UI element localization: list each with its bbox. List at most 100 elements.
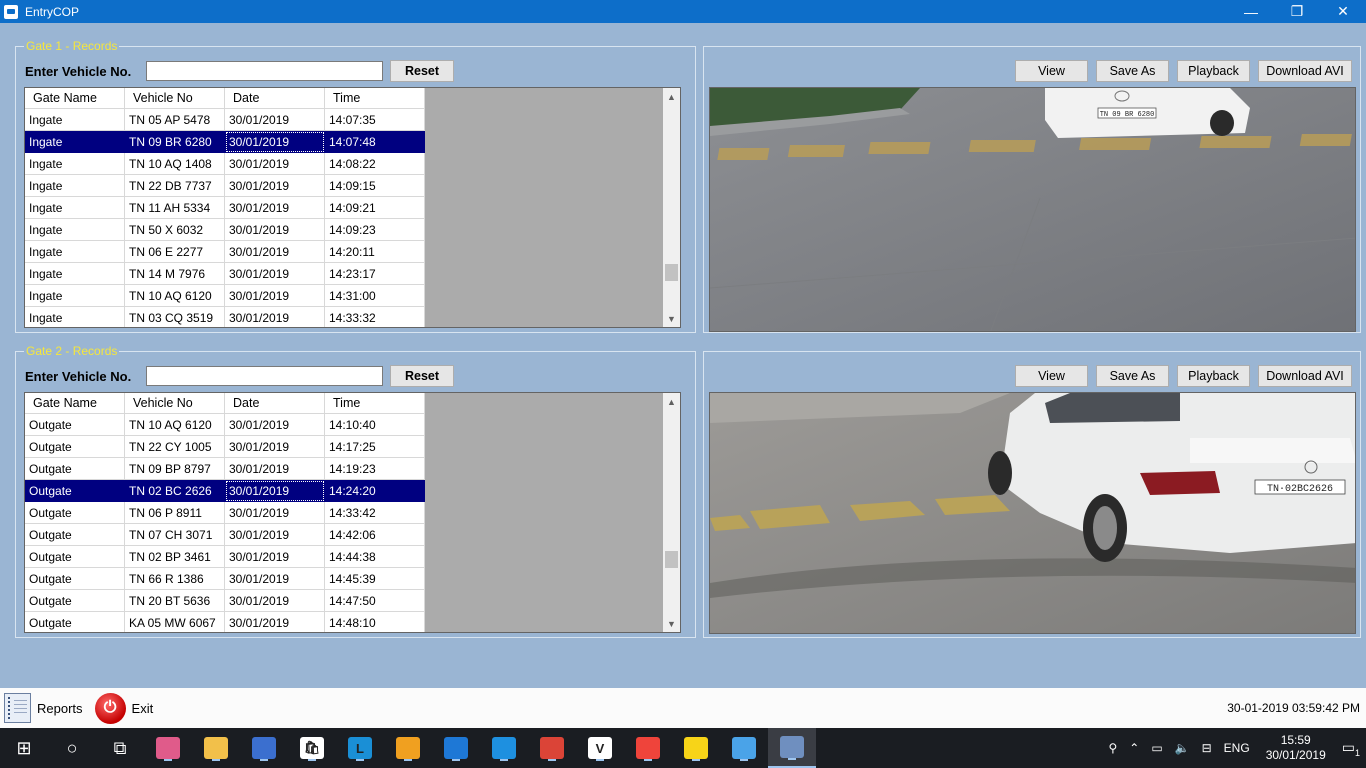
gate2-view-button[interactable]: View	[1015, 365, 1088, 387]
internet-explorer-icon[interactable]	[480, 728, 528, 768]
scroll-up-icon[interactable]: ▲	[663, 88, 680, 105]
l-app-icon[interactable]: L	[336, 728, 384, 768]
gate2-reset-button[interactable]: Reset	[390, 365, 454, 387]
scroll-up-icon[interactable]: ▲	[663, 393, 680, 410]
cell-date[interactable]: 30/01/2019	[225, 307, 325, 327]
remote-desktop-icon[interactable]	[720, 728, 768, 768]
file-explorer-icon[interactable]	[192, 728, 240, 768]
gate2-grid-scrollbar[interactable]: ▲ ▼	[663, 393, 680, 632]
gate1-save-as-button[interactable]: Save As	[1096, 60, 1169, 82]
cell-date[interactable]: 30/01/2019	[225, 612, 325, 632]
table-row[interactable]: Ingate TN 11 AH 5334 30/01/2019 14:09:21	[25, 197, 425, 219]
cell-gate-name[interactable]: Outgate	[25, 414, 125, 436]
battery-icon[interactable]: ▭	[1151, 741, 1162, 755]
cell-date[interactable]: 30/01/2019	[225, 436, 325, 458]
cell-gate-name[interactable]: Outgate	[25, 568, 125, 590]
cell-gate-name[interactable]: Ingate	[25, 219, 125, 241]
taskbar-clock[interactable]: 15:59 30/01/2019	[1266, 733, 1326, 763]
cell-vehicle-no[interactable]: TN 10 AQ 6120	[125, 285, 225, 307]
cell-time[interactable]: 14:17:25	[325, 436, 425, 458]
exit-button[interactable]: ⏻ Exit	[87, 692, 153, 724]
table-row[interactable]: Ingate TN 50 X 6032 30/01/2019 14:09:23	[25, 219, 425, 241]
cell-gate-name[interactable]: Ingate	[25, 263, 125, 285]
cell-vehicle-no[interactable]: TN 50 X 6032	[125, 219, 225, 241]
paint-icon[interactable]	[144, 728, 192, 768]
close-button[interactable]: ✕	[1320, 0, 1366, 23]
cell-time[interactable]: 14:48:10	[325, 612, 425, 632]
cell-vehicle-no[interactable]: TN 66 R 1386	[125, 568, 225, 590]
cell-vehicle-no[interactable]: TN 09 BR 6280	[125, 131, 225, 153]
cell-vehicle-no[interactable]: TN 09 BP 8797	[125, 458, 225, 480]
cell-time[interactable]: 14:07:48	[325, 131, 425, 153]
edge-icon[interactable]	[432, 728, 480, 768]
cell-date[interactable]: 30/01/2019	[225, 219, 325, 241]
column-header-vehicle-no[interactable]: Vehicle No	[125, 88, 225, 109]
scroll-thumb[interactable]	[665, 551, 678, 568]
table-row[interactable]: Ingate TN 10 AQ 6120 30/01/2019 14:31:00	[25, 285, 425, 307]
gate1-records-grid[interactable]: Gate Name Vehicle No Date Time Ingate TN …	[24, 87, 681, 328]
cell-vehicle-no[interactable]: TN 02 BC 2626	[125, 480, 225, 502]
cell-vehicle-no[interactable]: TN 14 M 7976	[125, 263, 225, 285]
cell-gate-name[interactable]: Ingate	[25, 307, 125, 327]
gate2-save-as-button[interactable]: Save As	[1096, 365, 1169, 387]
cell-gate-name[interactable]: Ingate	[25, 285, 125, 307]
network-app-icon[interactable]	[240, 728, 288, 768]
cell-date[interactable]: 30/01/2019	[225, 263, 325, 285]
cell-gate-name[interactable]: Outgate	[25, 612, 125, 632]
scroll-down-icon[interactable]: ▼	[663, 615, 680, 632]
cell-gate-name[interactable]: Ingate	[25, 131, 125, 153]
gate1-view-button[interactable]: View	[1015, 60, 1088, 82]
entrycop-icon[interactable]	[768, 728, 816, 768]
cell-gate-name[interactable]: Ingate	[25, 175, 125, 197]
cell-vehicle-no[interactable]: TN 06 P 8911	[125, 502, 225, 524]
table-row[interactable]: Ingate TN 14 M 7976 30/01/2019 14:23:17	[25, 263, 425, 285]
cell-time[interactable]: 14:19:23	[325, 458, 425, 480]
cell-time[interactable]: 14:31:00	[325, 285, 425, 307]
cell-date[interactable]: 30/01/2019	[225, 502, 325, 524]
cell-date[interactable]: 30/01/2019	[225, 590, 325, 612]
gate1-download-avi-button[interactable]: Download AVI	[1258, 60, 1352, 82]
table-row[interactable]: Outgate TN 07 CH 3071 30/01/2019 14:42:06	[25, 524, 425, 546]
reports-button[interactable]: Reports	[4, 693, 83, 723]
cell-time[interactable]: 14:08:22	[325, 153, 425, 175]
table-row[interactable]: Ingate TN 06 E 2277 30/01/2019 14:20:11	[25, 241, 425, 263]
cell-date[interactable]: 30/01/2019	[225, 153, 325, 175]
cell-gate-name[interactable]: Outgate	[25, 546, 125, 568]
cell-vehicle-no[interactable]: TN 03 CQ 3519	[125, 307, 225, 327]
cell-time[interactable]: 14:10:40	[325, 414, 425, 436]
cell-time[interactable]: 14:33:42	[325, 502, 425, 524]
table-row[interactable]: Outgate TN 02 BP 3461 30/01/2019 14:44:38	[25, 546, 425, 568]
cell-gate-name[interactable]: Outgate	[25, 436, 125, 458]
cell-vehicle-no[interactable]: TN 10 AQ 6120	[125, 414, 225, 436]
gate1-playback-button[interactable]: Playback	[1177, 60, 1250, 82]
cell-gate-name[interactable]: Ingate	[25, 109, 125, 131]
cell-vehicle-no[interactable]: TN 11 AH 5334	[125, 197, 225, 219]
cell-vehicle-no[interactable]: TN 22 DB 7737	[125, 175, 225, 197]
table-row[interactable]: Outgate TN 10 AQ 6120 30/01/2019 14:10:40	[25, 414, 425, 436]
store-icon[interactable]: 🛍	[288, 728, 336, 768]
cell-date[interactable]: 30/01/2019	[225, 175, 325, 197]
cell-date[interactable]: 30/01/2019	[225, 414, 325, 436]
cell-time[interactable]: 14:45:39	[325, 568, 425, 590]
cell-vehicle-no[interactable]: TN 20 BT 5636	[125, 590, 225, 612]
scroll-down-icon[interactable]: ▼	[663, 310, 680, 327]
column-header-gate-name[interactable]: Gate Name	[25, 88, 125, 109]
cell-time[interactable]: 14:44:38	[325, 546, 425, 568]
cell-time[interactable]: 14:20:11	[325, 241, 425, 263]
cell-gate-name[interactable]: Outgate	[25, 480, 125, 502]
cell-time[interactable]: 14:07:35	[325, 109, 425, 131]
cell-gate-name[interactable]: Outgate	[25, 524, 125, 546]
cell-date[interactable]: 30/01/2019	[225, 109, 325, 131]
cell-vehicle-no[interactable]: TN 06 E 2277	[125, 241, 225, 263]
column-header-time[interactable]: Time	[325, 393, 425, 414]
tray-overflow-chevron-icon[interactable]: ⌃	[1129, 741, 1139, 755]
gate1-grid-scrollbar[interactable]: ▲ ▼	[663, 88, 680, 327]
cell-vehicle-no[interactable]: TN 10 AQ 1408	[125, 153, 225, 175]
search-icon[interactable]: ○	[48, 728, 96, 768]
cell-time[interactable]: 14:23:17	[325, 263, 425, 285]
cell-time[interactable]: 14:42:06	[325, 524, 425, 546]
cell-date[interactable]: 30/01/2019	[225, 197, 325, 219]
action-center-icon[interactable]: ▭1	[1342, 739, 1360, 758]
outlook-icon[interactable]	[384, 728, 432, 768]
table-row[interactable]: Ingate TN 22 DB 7737 30/01/2019 14:09:15	[25, 175, 425, 197]
